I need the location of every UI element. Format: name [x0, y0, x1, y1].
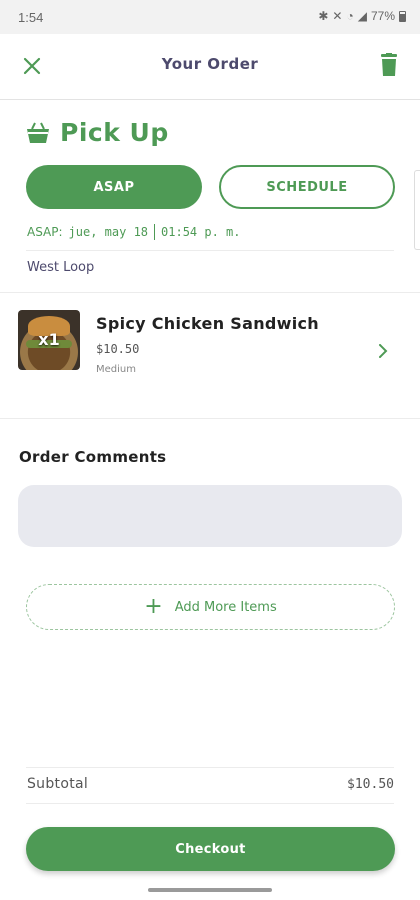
pickup-time: 01:54 p. m.: [161, 225, 241, 239]
asap-button[interactable]: ASAP: [26, 165, 202, 209]
page-title: Your Order: [161, 55, 259, 73]
add-more-label: Add More Items: [174, 599, 277, 615]
scroll-indicator: [414, 170, 420, 250]
wifi-icon: ◔: [346, 9, 354, 23]
divider: [26, 250, 394, 251]
divider: [0, 292, 420, 293]
item-option: Medium: [96, 364, 136, 375]
pickup-date: jue, may 18: [68, 225, 149, 239]
divider: [26, 803, 394, 804]
mute-icon: ✕: [332, 9, 343, 23]
header: Your Order: [0, 34, 420, 100]
pickup-time-line: ASAP: jue, may 18 01:54 p. m.: [27, 224, 241, 240]
subtotal-value: $10.50: [347, 777, 394, 792]
comments-label: Order Comments: [19, 448, 167, 466]
battery-percent: 77%: [370, 9, 395, 23]
trash-icon[interactable]: [378, 53, 400, 77]
status-time: 1:54: [18, 10, 44, 25]
signal-icon: ◢: [357, 9, 367, 23]
bluetooth-icon: ✱: [318, 9, 329, 23]
item-name: Spicy Chicken Sandwich: [96, 314, 319, 333]
basket-icon: [27, 122, 49, 143]
subtotal-label: Subtotal: [27, 776, 89, 792]
status-icons: ✱ ✕ ◔ ◢ 77%: [318, 9, 406, 23]
asap-prefix: ASAP:: [27, 225, 63, 239]
status-bar: 1:54 ✱ ✕ ◔ ◢ 77%: [0, 0, 420, 34]
order-type-title: Pick Up: [60, 118, 169, 147]
order-item-row[interactable]: x1 Spicy Chicken Sandwich $10.50 Medium: [0, 300, 420, 410]
schedule-button[interactable]: SCHEDULE: [219, 165, 395, 209]
plus-icon: +: [144, 594, 163, 619]
checkout-button[interactable]: Checkout: [26, 827, 395, 871]
item-price: $10.50: [96, 342, 140, 356]
add-more-items-button[interactable]: + Add More Items: [26, 584, 395, 630]
battery-icon: [399, 10, 406, 22]
divider: [26, 767, 394, 768]
order-type-heading: Pick Up: [26, 118, 169, 147]
item-thumbnail: x1: [18, 310, 80, 370]
home-indicator[interactable]: [148, 888, 272, 892]
divider: [0, 418, 420, 419]
chevron-right-icon[interactable]: [376, 344, 390, 358]
store-location: West Loop: [27, 260, 95, 275]
comments-input[interactable]: [18, 485, 402, 547]
item-quantity: x1: [38, 330, 60, 349]
time-separator: [154, 224, 156, 240]
